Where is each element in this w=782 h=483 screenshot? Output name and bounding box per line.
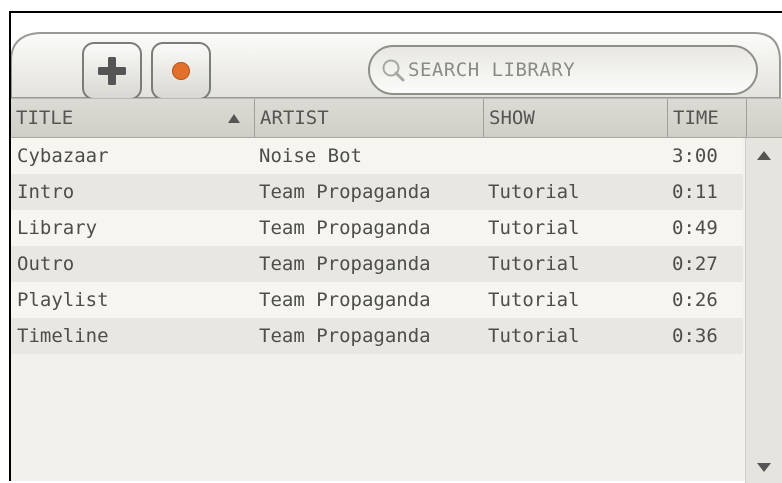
cell-time: 0:27 — [672, 253, 718, 275]
cell-title: Outro — [17, 253, 75, 275]
record-button[interactable] — [151, 42, 211, 100]
table-row[interactable]: Timeline Team Propaganda Tutorial 0:36 — [11, 318, 743, 354]
library-panel: TITLE ARTIST SHOW TIME Cybazaar Noise Bo… — [9, 11, 782, 483]
cell-artist: Team Propaganda — [259, 325, 431, 347]
plus-icon — [98, 57, 126, 85]
column-header-show[interactable]: SHOW — [484, 99, 668, 137]
cell-title: Intro — [17, 181, 75, 203]
cell-artist: Team Propaganda — [259, 217, 431, 239]
scroll-up-button[interactable] — [746, 141, 782, 169]
cell-show: Tutorial — [488, 325, 580, 347]
vertical-scrollbar[interactable] — [745, 138, 782, 483]
cell-artist: Team Propaganda — [259, 253, 431, 275]
column-header-label: TIME — [673, 107, 719, 129]
search-input[interactable] — [406, 58, 730, 82]
column-header-label: ARTIST — [260, 107, 329, 129]
cell-show: Tutorial — [488, 181, 580, 203]
search-box[interactable] — [368, 45, 758, 95]
track-list: Cybazaar Noise Bot 3:00 Intro Team Propa… — [11, 138, 743, 354]
column-header-time[interactable]: TIME — [668, 99, 747, 137]
table-row[interactable]: Cybazaar Noise Bot 3:00 — [11, 138, 743, 174]
table-row[interactable]: Intro Team Propaganda Tutorial 0:11 — [11, 174, 743, 210]
column-header-label: TITLE — [16, 107, 74, 129]
cell-time: 0:11 — [672, 181, 718, 203]
cell-artist: Noise Bot — [259, 145, 362, 167]
cell-artist: Team Propaganda — [259, 181, 431, 203]
search-icon — [382, 59, 405, 82]
cell-title: Timeline — [17, 325, 109, 347]
triangle-down-icon — [757, 462, 771, 472]
cell-time: 3:00 — [672, 145, 718, 167]
column-header-title[interactable]: TITLE — [11, 99, 255, 137]
table-row[interactable]: Playlist Team Propaganda Tutorial 0:26 — [11, 282, 743, 318]
cell-title: Library — [17, 217, 98, 239]
record-icon — [172, 62, 190, 80]
cell-show: Tutorial — [488, 217, 580, 239]
column-header-artist[interactable]: ARTIST — [255, 99, 484, 137]
scroll-down-button[interactable] — [746, 453, 782, 481]
cell-time: 0:26 — [672, 289, 718, 311]
cell-title: Cybazaar — [17, 145, 109, 167]
column-header-label: SHOW — [489, 107, 535, 129]
triangle-up-icon — [757, 150, 771, 160]
library-toolbar — [11, 13, 782, 100]
cell-time: 0:49 — [672, 217, 718, 239]
cell-artist: Team Propaganda — [259, 289, 431, 311]
cell-show: Tutorial — [488, 253, 580, 275]
cell-show: Tutorial — [488, 289, 580, 311]
cell-title: Playlist — [17, 289, 109, 311]
cell-time: 0:36 — [672, 325, 718, 347]
table-row[interactable]: Library Team Propaganda Tutorial 0:49 — [11, 210, 743, 246]
sort-ascending-icon — [228, 114, 240, 123]
table-row[interactable]: Outro Team Propaganda Tutorial 0:27 — [11, 246, 743, 282]
add-button[interactable] — [82, 42, 142, 100]
table-header: TITLE ARTIST SHOW TIME — [11, 98, 782, 138]
